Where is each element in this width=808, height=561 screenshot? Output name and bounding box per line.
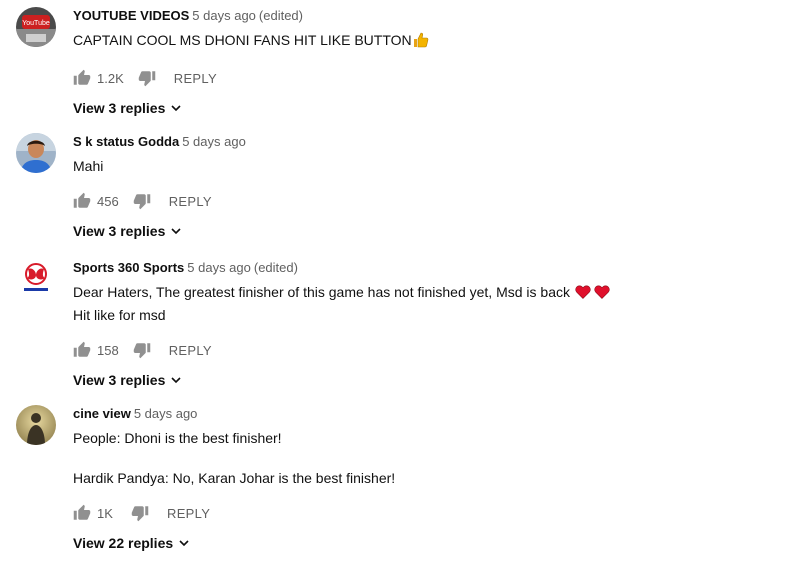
comment-actions: 1.2K REPLY <box>73 66 796 90</box>
reply-button[interactable]: REPLY <box>169 194 212 209</box>
comment-body: cine view 5 days ago People: Dhoni is the… <box>73 405 796 553</box>
like-count: 456 <box>97 193 119 209</box>
thumbs-up-icon[interactable] <box>73 192 91 210</box>
comment-header: cine view 5 days ago <box>73 405 796 423</box>
edited-label: (edited) <box>258 8 303 23</box>
comment-text-line: People: Dhoni is the best finisher! <box>73 430 282 446</box>
person-photo-avatar-icon <box>16 133 56 173</box>
comment-text-line: Hardik Pandya: No, Karan Johar is the be… <box>73 470 396 486</box>
silhouette-photo-avatar-icon <box>16 405 56 445</box>
thumbs-down-icon[interactable] <box>138 69 156 87</box>
reply-button[interactable]: REPLY <box>167 506 210 521</box>
red-heart-emoji-icon <box>594 284 610 305</box>
red-heart-emoji-icon <box>575 284 591 305</box>
avatar-logo-text: YouTube <box>22 20 50 27</box>
view-replies-button[interactable]: View 3 replies <box>73 221 182 241</box>
comment-time[interactable]: 5 days ago <box>187 260 251 275</box>
comment-header: YOUTUBE VIDEOS 5 days ago (edited) <box>73 7 796 25</box>
comment-header: S k status Godda 5 days ago <box>73 133 796 151</box>
avatar[interactable]: YouTube <box>16 7 56 47</box>
thumbs-down-icon[interactable] <box>131 504 149 522</box>
thumbs-down-icon[interactable] <box>133 341 151 359</box>
comment-text-line: Dear Haters, The greatest finisher of th… <box>73 284 570 300</box>
thumbs-up-icon[interactable] <box>73 504 91 522</box>
view-replies-label: View 3 replies <box>73 223 166 239</box>
comment-actions: 456 REPLY <box>73 189 796 213</box>
youtube-logo-avatar-icon: YouTube <box>16 7 56 47</box>
author-name[interactable]: Sports 360 Sports <box>73 260 184 275</box>
avatar[interactable] <box>16 405 56 445</box>
thumbs-down-icon[interactable] <box>133 192 151 210</box>
chevron-down-icon <box>170 225 182 237</box>
view-replies-button[interactable]: View 3 replies <box>73 370 182 390</box>
comment-text-line: Hit like for msd <box>73 307 166 323</box>
comment-text: People: Dhoni is the best finisher! Hard… <box>73 428 796 488</box>
like-count: 158 <box>97 342 119 358</box>
comment-text: Dear Haters, The greatest finisher of th… <box>73 282 796 325</box>
chevron-down-icon <box>170 374 182 386</box>
view-replies-label: View 22 replies <box>73 535 174 551</box>
thumbs-up-icon[interactable] <box>73 341 91 359</box>
comment-time[interactable]: 5 days ago <box>134 406 198 421</box>
edited-label: (edited) <box>253 260 298 275</box>
comment-body: Sports 360 Sports 5 days ago (edited) Dear… <box>73 259 796 390</box>
comment-time[interactable]: 5 days ago <box>182 134 246 149</box>
comment-text-line: Mahi <box>73 158 104 174</box>
thumbs-up-icon[interactable] <box>73 69 91 87</box>
view-replies-label: View 3 replies <box>73 372 166 388</box>
avatar[interactable] <box>16 133 56 173</box>
chevron-down-icon <box>170 102 182 114</box>
comment-actions: 1K REPLY <box>73 501 796 525</box>
like-count: 1K <box>97 505 113 521</box>
comment-time[interactable]: 5 days ago <box>192 8 256 23</box>
view-replies-button[interactable]: View 3 replies <box>73 98 182 118</box>
author-name[interactable]: S k status Godda <box>73 134 179 149</box>
comment-text: Mahi <box>73 156 796 176</box>
comment-header: Sports 360 Sports 5 days ago (edited) <box>73 259 796 277</box>
like-count: 1.2K <box>97 70 124 86</box>
comment-actions: 158 REPLY <box>73 338 796 362</box>
author-name[interactable]: cine view <box>73 406 131 421</box>
reply-button[interactable]: REPLY <box>174 71 217 86</box>
avatar[interactable] <box>16 259 56 299</box>
view-replies-label: View 3 replies <box>73 100 166 116</box>
sports-logo-avatar-icon <box>16 259 56 299</box>
comment-body: YOUTUBE VIDEOS 5 days ago (edited) CAPTAIN… <box>73 7 796 118</box>
view-replies-button[interactable]: View 22 replies <box>73 533 190 553</box>
chevron-down-icon <box>178 537 190 549</box>
comment-body: S k status Godda 5 days ago Mahi 456 REPL… <box>73 133 796 241</box>
author-name[interactable]: YOUTUBE VIDEOS <box>73 8 189 23</box>
reply-button[interactable]: REPLY <box>169 343 212 358</box>
comment-text: CAPTAIN COOL MS DHONI FANS HIT LIKE BUTT… <box>73 30 796 53</box>
comment-text-line: CAPTAIN COOL MS DHONI FANS HIT LIKE BUTT… <box>73 32 412 48</box>
thumbs-up-emoji-icon <box>413 32 429 53</box>
